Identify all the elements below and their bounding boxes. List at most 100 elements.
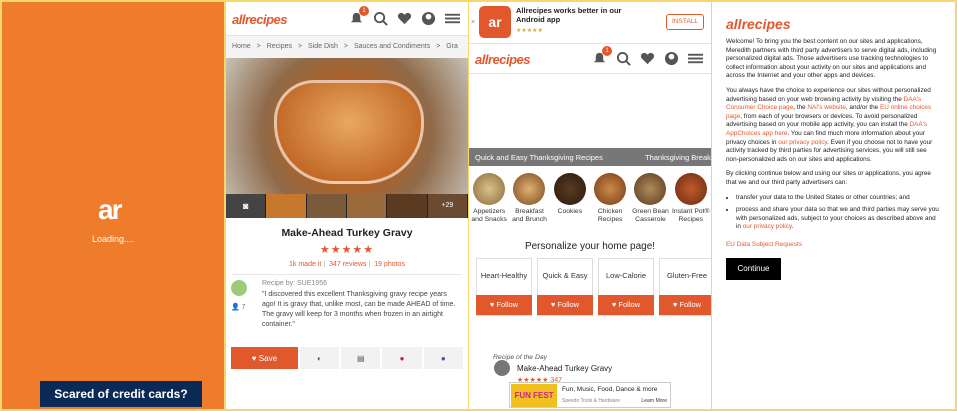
rating-stars[interactable]: ★★★★★	[226, 243, 468, 256]
notification-count: 1	[359, 6, 369, 16]
follow-button[interactable]: ♥ Follow	[659, 295, 711, 315]
recipe-of-day-title[interactable]: Make-Ahead Turkey Gravy	[517, 364, 612, 373]
preference-card: Gluten-Free ♥ Follow	[659, 258, 711, 316]
preference-card: Quick & Easy ♥ Follow	[537, 258, 593, 316]
author-review: 👤 7 Recipe by: SUE1956 "I discovered thi…	[226, 275, 468, 339]
reviews-link[interactable]: 347 reviews	[329, 261, 366, 268]
category-item[interactable]: Breakfast and Brunch	[509, 170, 549, 224]
personalize-heading: Personalize your home page!	[524, 241, 656, 252]
header: allrecipes 1	[469, 44, 711, 74]
category-item[interactable]: Appetizers and Snacks	[469, 170, 509, 224]
privacy-policy-link[interactable]: our privacy policy	[778, 139, 827, 146]
facebook-icon[interactable]: ●	[423, 347, 463, 369]
avatar[interactable]	[231, 280, 247, 296]
carousel-title-next[interactable]: Thanksgiving Break	[645, 153, 711, 162]
breadcrumb-sep: >	[256, 43, 261, 50]
follow-button[interactable]: ♥ Follow	[476, 295, 532, 315]
ad-learn-more[interactable]: Learn More	[641, 398, 667, 404]
menu-icon[interactable]	[445, 11, 460, 26]
ad-banner[interactable]: FUN FEST Fun, Music, Food, Dance & more …	[509, 382, 671, 408]
recipe-author[interactable]: Recipe by: SUE1956	[262, 280, 462, 287]
breadcrumb-item[interactable]: Sauces and Condiments	[354, 43, 430, 50]
consent-paragraph: Welcome! To bring you the best content o…	[726, 38, 937, 80]
notification-count: 1	[602, 46, 612, 56]
save-button[interactable]: ♥ Save	[231, 347, 298, 369]
privacy-policy-link[interactable]: our privacy policy	[743, 223, 792, 230]
category-item[interactable]: Chicken Recipes	[590, 170, 630, 224]
category-item[interactable]: Cookies	[550, 170, 590, 224]
ad-image: FUN FEST	[511, 384, 557, 407]
install-button[interactable]: INSTALL	[666, 14, 704, 30]
brand-logo[interactable]: allrecipes	[232, 12, 288, 27]
photo-thumbnail[interactable]	[306, 194, 347, 218]
photo-strip: ◙ +29	[226, 194, 468, 218]
breadcrumb-sep: >	[436, 43, 441, 50]
menu-icon[interactable]	[688, 51, 703, 66]
ad-banner[interactable]: Scared of credit cards?	[40, 381, 202, 407]
heart-icon[interactable]	[494, 360, 510, 376]
consent-list: transfer your data to the United States …	[736, 194, 941, 232]
breadcrumb-item[interactable]: Side Dish	[308, 43, 338, 50]
photos-link[interactable]: 19 photos	[374, 261, 405, 268]
search-icon[interactable]	[616, 51, 631, 66]
consent-paragraph: You always have the choice to experience…	[726, 86, 933, 163]
breadcrumb: Home > Recipes > Side Dish > Sauces and …	[226, 36, 468, 58]
consent-dialog: allrecipes Welcome! To bring you the bes…	[712, 2, 955, 409]
home-page: × ar Allrecipes works better in our Andr…	[469, 2, 711, 409]
header-icons: 1	[592, 46, 703, 66]
follow-button[interactable]: ♥ Follow	[537, 295, 593, 315]
eu-data-requests-link[interactable]: EU Data Subject Requests	[726, 241, 941, 248]
app-install-banner: × ar Allrecipes works better in our Andr…	[469, 2, 711, 44]
photo-thumbnail[interactable]	[346, 194, 388, 218]
breadcrumb-sep: >	[343, 43, 348, 50]
heart-icon[interactable]	[640, 51, 655, 66]
nai-link[interactable]: NAI's website	[807, 104, 846, 111]
camera-icon[interactable]: ◙	[226, 194, 267, 218]
brand-logo: allrecipes	[726, 16, 791, 32]
preference-card: Low-Calorie ♥ Follow	[598, 258, 654, 316]
recipe-photo[interactable]	[226, 58, 468, 194]
follower-count: 👤 7	[231, 304, 246, 311]
follow-button[interactable]: ♥ Follow	[598, 295, 654, 315]
notification-icon[interactable]: 1	[349, 6, 369, 26]
preference-cards: Heart-Healthy ♥ Follow Quick & Easy ♥ Foll…	[476, 258, 711, 316]
category-item[interactable]: Instant Pot® Recipes	[671, 170, 711, 224]
category-item[interactable]: Green Bean Casserole	[630, 170, 670, 224]
brand-logo[interactable]: allrecipes	[475, 52, 531, 67]
carousel-header: Quick and Easy Thanksgiving Recipes Than…	[469, 148, 711, 166]
loading-screen: ar Loading....	[2, 2, 224, 409]
gravy-image	[274, 80, 424, 184]
print-icon[interactable]: ▤	[341, 347, 381, 369]
recipe-page: allrecipes 1 Home > Recipes > Side Dish …	[226, 2, 468, 409]
pinterest-share-icon[interactable]: ●	[382, 347, 422, 369]
loading-text: Loading....	[92, 234, 135, 244]
category-row: Appetizers and Snacks Breakfast and Brun…	[469, 170, 711, 224]
heart-icon[interactable]	[397, 11, 412, 26]
ad-subtitle: Speedo Tools & Hardware	[562, 398, 620, 404]
close-icon[interactable]: ×	[471, 19, 475, 26]
breadcrumb-item[interactable]: Home	[232, 43, 251, 50]
profile-icon[interactable]	[421, 11, 436, 26]
search-icon[interactable]	[373, 11, 388, 26]
author-quote: "I discovered this excellent Thanksgivin…	[262, 291, 456, 328]
profile-icon[interactable]	[664, 51, 679, 66]
made-it-link[interactable]: 1k made it	[289, 261, 321, 268]
list-item: process and share your data so that we a…	[736, 206, 941, 232]
breadcrumb-item[interactable]: Recipes	[267, 43, 292, 50]
photo-thumbnail[interactable]	[387, 194, 428, 218]
app-logo-icon: ar	[479, 6, 511, 38]
continue-button[interactable]: Continue	[726, 257, 781, 280]
notification-icon[interactable]: 1	[592, 46, 612, 66]
allrecipes-logo: ar	[98, 194, 123, 225]
breadcrumb-item[interactable]: Gra	[446, 43, 458, 50]
app-rating: ★★★★★	[516, 28, 543, 34]
photo-thumbnail[interactable]	[266, 194, 307, 218]
photo-count[interactable]: +29	[427, 194, 468, 218]
carousel-title[interactable]: Quick and Easy Thanksgiving Recipes	[475, 153, 603, 162]
pinterest-icon[interactable]: ◐	[299, 347, 340, 369]
recipe-meta: 1k made it | 347 reviews | 19 photos	[289, 261, 405, 268]
action-bar: ♥ Save ◐ ▤ ● ●	[231, 347, 463, 369]
header: allrecipes 1	[226, 2, 468, 36]
breadcrumb-sep: >	[297, 43, 303, 50]
consent-paragraph: By clicking continue below and using our…	[726, 170, 931, 186]
